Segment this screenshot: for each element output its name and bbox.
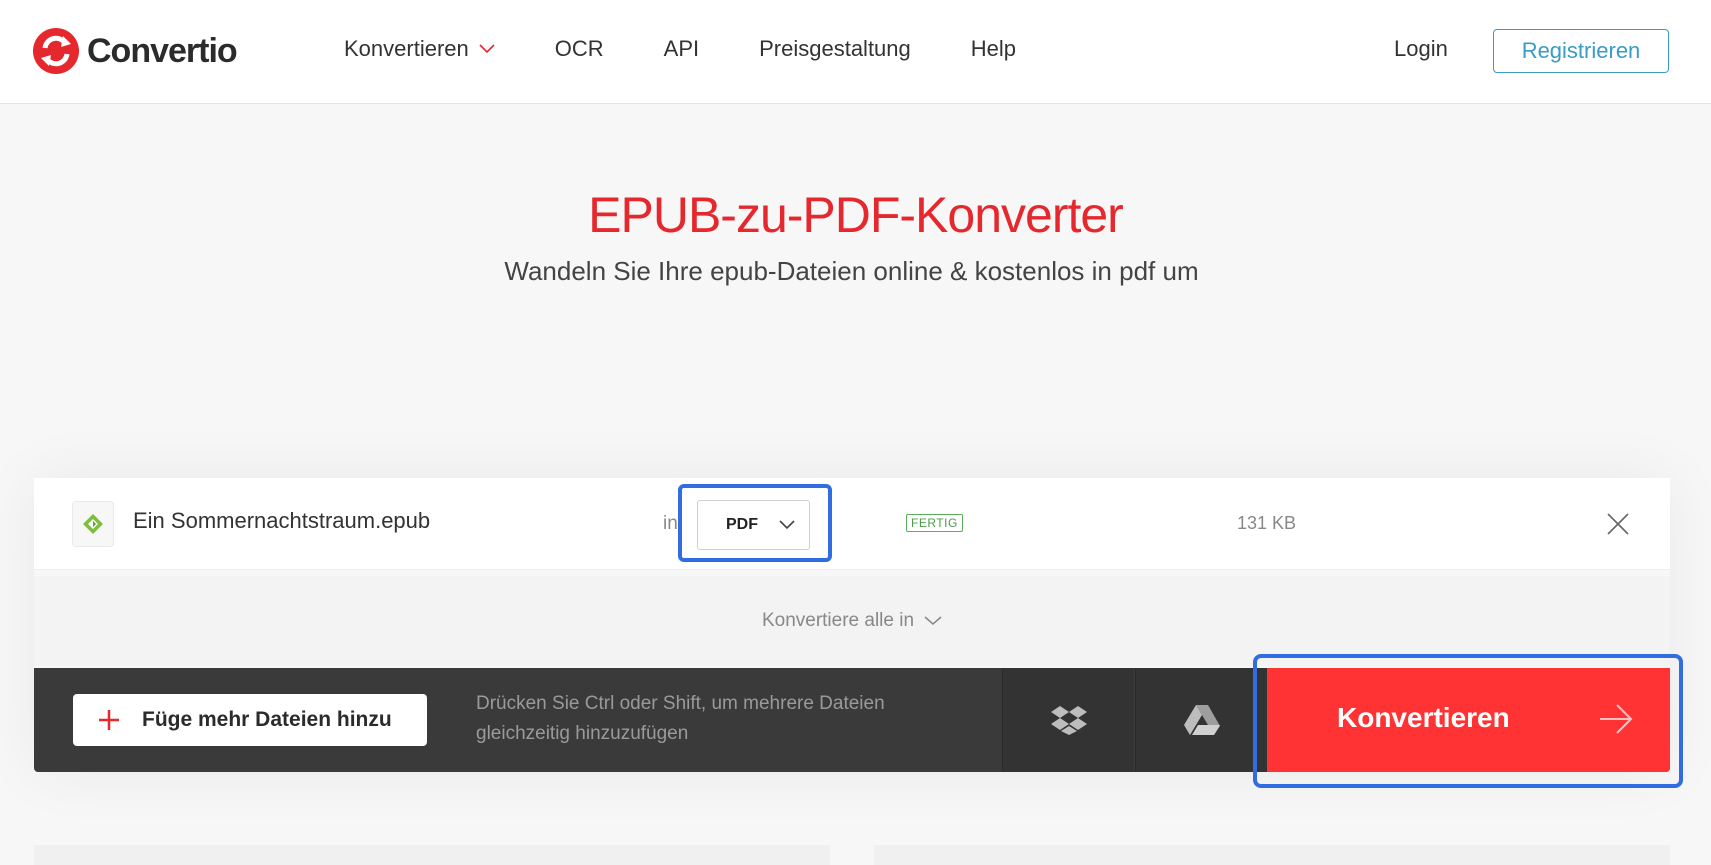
- convert-highlight: [1253, 654, 1683, 788]
- status-badge: FERTIG: [906, 514, 963, 532]
- logo[interactable]: Convertio: [33, 28, 238, 74]
- google-drive-button[interactable]: [1135, 668, 1267, 772]
- multi-select-hint: Drücken Sie Ctrl oder Shift, um mehrere …: [476, 693, 885, 744]
- format-highlight: [678, 484, 832, 562]
- convertio-logo-icon: [33, 28, 79, 74]
- file-size: 131 KB: [1237, 513, 1297, 533]
- page-subtitle: Wandeln Sie Ihre epub-Dateien online & k…: [504, 256, 1199, 286]
- nav-item-preisgestaltung[interactable]: Preisgestaltung: [759, 36, 911, 62]
- epub-icon: [72, 501, 114, 547]
- chevron-down-icon: [479, 44, 495, 54]
- info-card: [34, 845, 830, 865]
- nav-item-label: API: [663, 36, 700, 61]
- nav-item-konvertieren[interactable]: Konvertieren: [344, 36, 495, 62]
- logo-text: Convertio: [87, 31, 238, 70]
- google-drive-icon: [1183, 705, 1220, 735]
- in-label: in: [663, 513, 678, 534]
- dropbox-button[interactable]: [1002, 668, 1134, 772]
- chevron-down-icon: [924, 616, 942, 625]
- close-icon[interactable]: [1605, 511, 1631, 537]
- nav-item-help[interactable]: Help: [971, 36, 1016, 62]
- nav-item-label: Konvertieren: [344, 36, 469, 61]
- nav-item-label: Help: [970, 36, 1017, 61]
- site-header: Convertio Konvertieren OCR API Preisgest…: [0, 0, 1711, 104]
- epub-glyph-icon: [83, 514, 103, 534]
- info-card: [874, 845, 1670, 865]
- nav-item-label: OCR: [554, 36, 604, 61]
- add-files-label: Füge mehr Dateien hinzu: [142, 708, 392, 731]
- nav-item-api[interactable]: API: [664, 36, 699, 62]
- nav-item-label: Preisgestaltung: [759, 36, 911, 61]
- file-panel: Ein Sommernachtstraum.epub in PDF FERTIG…: [34, 478, 1683, 788]
- convert-all-dropdown[interactable]: Konvertiere alle in: [762, 610, 942, 632]
- convert-all-row: Konvertiere alle in: [34, 576, 1670, 666]
- nav-item-ocr[interactable]: OCR: [555, 36, 604, 62]
- file-name: Ein Sommernachtstraum.epub: [133, 508, 431, 533]
- convert-all-label: Konvertiere alle in: [761, 610, 915, 631]
- register-button[interactable]: Registrieren: [1493, 29, 1669, 73]
- file-row: Ein Sommernachtstraum.epub in PDF FERTIG…: [34, 478, 1670, 570]
- plus-icon: [99, 710, 119, 730]
- add-files-button[interactable]: Füge mehr Dateien hinzu: [73, 694, 427, 746]
- page-title: EPUB-zu-PDF-Konverter: [588, 187, 1124, 243]
- login-link[interactable]: Login: [1394, 36, 1448, 62]
- dropbox-icon: [1050, 706, 1087, 735]
- main-nav: Konvertieren OCR API Preisgestaltung Hel…: [344, 36, 1076, 62]
